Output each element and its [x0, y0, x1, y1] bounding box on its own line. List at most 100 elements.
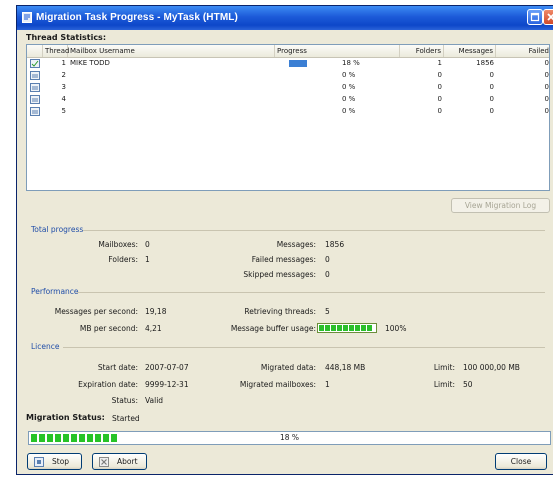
buffer-segment	[361, 325, 366, 331]
message-buffer-value: 100%	[385, 324, 407, 333]
close-button[interactable]: Close	[495, 453, 547, 470]
messages-per-second-value: 19,18	[145, 307, 167, 316]
messages-count: 0	[489, 95, 494, 103]
data-limit-label: Limit:	[433, 363, 455, 372]
header-icon-col	[27, 45, 43, 57]
buffer-segment	[331, 325, 336, 331]
messages-count: 0	[489, 71, 494, 79]
migrated-data-value: 448,18 MB	[325, 363, 366, 372]
migration-status-label: Migration Status:	[26, 413, 105, 422]
start-date-label: Start date:	[97, 363, 138, 372]
close-window-button[interactable]	[543, 9, 553, 25]
divider	[63, 347, 545, 348]
thread-status-icon	[30, 107, 40, 116]
failed-messages-value: 0	[325, 255, 330, 264]
thread-number: 2	[61, 71, 66, 79]
row-progress-bar	[289, 60, 307, 67]
table-row[interactable]: 2 0 % 0 0 0	[27, 70, 549, 81]
view-migration-log-button[interactable]: View Migration Log	[451, 198, 550, 213]
mailbox-limit-label: Limit:	[433, 380, 455, 389]
message-buffer-bar	[317, 323, 377, 333]
message-buffer-label: Message buffer usage:	[230, 324, 316, 333]
buffer-segment	[325, 325, 330, 331]
thread-status-icon	[30, 95, 40, 104]
licence-status-label: Status:	[111, 396, 138, 405]
failed-count: 0	[544, 107, 549, 115]
mailbox-username: MIKE TODD	[70, 59, 110, 67]
thread-number: 5	[61, 107, 66, 115]
col-header-failed[interactable]: Failed	[496, 45, 549, 57]
abort-label: Abort	[117, 457, 138, 466]
messages-count: 1856	[476, 59, 494, 67]
thread-status-icon	[30, 59, 40, 68]
title-bar: Migration Task Progress - MyTask (HTML)	[17, 6, 553, 30]
migration-window: Migration Task Progress - MyTask (HTML) …	[16, 5, 553, 475]
mailboxes-label: Mailboxes:	[98, 240, 138, 249]
close-icon	[547, 13, 553, 21]
migrated-data-label: Migrated data:	[260, 363, 316, 372]
col-header-thread[interactable]: Thread	[43, 45, 69, 57]
divider	[77, 292, 545, 293]
thread-statistics-title: Thread Statistics:	[26, 33, 107, 42]
mb-per-second-label: MB per second:	[79, 324, 138, 333]
table-row[interactable]: 1 MIKE TODD 18 % 1 1856 0	[27, 58, 549, 69]
migrated-mailboxes-label: Migrated mailboxes:	[239, 380, 316, 389]
messages-per-second-label: Messages per second:	[54, 307, 138, 316]
failed-count: 0	[544, 71, 549, 79]
licence-heading: Licence	[31, 342, 60, 351]
mail-app-icon	[22, 12, 32, 23]
row-progress-text: 0 %	[342, 95, 356, 103]
folders-value: 1	[145, 255, 150, 264]
retrieving-threads-label: Retrieving threads:	[244, 307, 316, 316]
abort-button[interactable]: Abort	[92, 453, 147, 470]
folders-label: Folders:	[108, 255, 138, 264]
folders-count: 0	[437, 107, 442, 115]
col-header-mailbox[interactable]: Mailbox Username	[68, 45, 275, 57]
table-header: Thread Mailbox Username Progress Folders…	[27, 45, 549, 58]
retrieving-threads-value: 5	[325, 307, 330, 316]
skipped-messages-value: 0	[325, 270, 330, 279]
migration-progress-bar: 18 %	[28, 431, 551, 445]
folders-count: 1	[437, 59, 442, 67]
table-row[interactable]: 3 0 % 0 0 0	[27, 82, 549, 93]
data-limit-value: 100 000,00 MB	[463, 363, 520, 372]
stop-label: Stop	[52, 457, 70, 466]
total-progress-heading: Total progress	[31, 225, 84, 234]
table-row[interactable]: 4 0 % 0 0 0	[27, 94, 549, 105]
maximize-button[interactable]	[527, 9, 543, 25]
messages-count: 0	[489, 107, 494, 115]
abort-icon	[99, 457, 109, 467]
folders-count: 0	[437, 95, 442, 103]
thread-number: 3	[61, 83, 66, 91]
messages-label: Messages:	[276, 240, 316, 249]
row-progress-text: 0 %	[342, 107, 356, 115]
skipped-messages-label: Skipped messages:	[243, 270, 316, 279]
mb-per-second-value: 4,21	[145, 324, 162, 333]
migration-progress-text: 18 %	[279, 433, 300, 442]
messages-value: 1856	[325, 240, 345, 249]
migrated-mailboxes-value: 1	[325, 380, 330, 389]
stop-button[interactable]: Stop	[27, 453, 82, 470]
col-header-messages[interactable]: Messages	[444, 45, 496, 57]
divider	[83, 230, 545, 231]
thread-table[interactable]: Thread Mailbox Username Progress Folders…	[26, 44, 550, 191]
buffer-segment	[349, 325, 354, 331]
messages-count: 0	[489, 83, 494, 91]
row-progress-text: 0 %	[342, 71, 356, 79]
buffer-segment	[337, 325, 342, 331]
expiration-date-label: Expiration date:	[78, 380, 138, 389]
migration-status-value: Started	[112, 414, 140, 423]
col-header-progress[interactable]: Progress	[275, 45, 400, 57]
thread-status-icon	[30, 83, 40, 92]
failed-count: 0	[544, 83, 549, 91]
mailbox-limit-value: 50	[463, 380, 473, 389]
mailboxes-value: 0	[145, 240, 150, 249]
table-row[interactable]: 5 0 % 0 0 0	[27, 106, 549, 117]
stop-icon	[34, 457, 44, 467]
failed-messages-label: Failed messages:	[251, 255, 316, 264]
buffer-segment	[355, 325, 360, 331]
col-header-folders[interactable]: Folders	[400, 45, 444, 57]
performance-heading: Performance	[31, 287, 79, 296]
buffer-segment	[319, 325, 324, 331]
folders-count: 0	[437, 71, 442, 79]
